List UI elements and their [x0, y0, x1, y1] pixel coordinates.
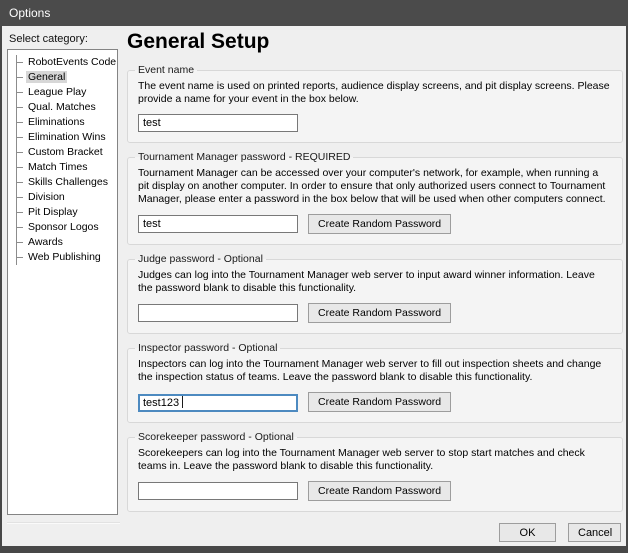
event-name-group-title: Event name [135, 64, 197, 76]
tm-password-group: Tournament Manager password - REQUIRED T… [127, 151, 623, 245]
options-dialog: Options Select category: RobotEvents Cod… [0, 0, 628, 553]
tm-password-description: Tournament Manager can be accessed over … [138, 167, 612, 206]
dialog-client-area: Select category: RobotEvents Code Genera… [2, 26, 626, 546]
scorekeeper-password-description: Scorekeepers can log into the Tournament… [138, 447, 612, 473]
cancel-button[interactable]: Cancel [568, 523, 621, 542]
sidebar-item-match-times[interactable]: Match Times [17, 160, 117, 175]
sidebar-separator [7, 522, 120, 524]
sidebar-item-pit-display[interactable]: Pit Display [17, 205, 117, 220]
inspector-password-input[interactable] [138, 394, 298, 412]
inspector-password-group: Inspector password - Optional Inspectors… [127, 342, 623, 423]
sidebar-item-eliminations[interactable]: Eliminations [17, 115, 117, 130]
judge-create-random-password-button[interactable]: Create Random Password [308, 303, 451, 323]
scorekeeper-create-random-password-button[interactable]: Create Random Password [308, 481, 451, 501]
tm-password-group-title: Tournament Manager password - REQUIRED [135, 151, 353, 163]
sidebar-item-custom-bracket[interactable]: Custom Bracket [17, 145, 117, 160]
judge-password-group-title: Judge password - Optional [135, 253, 266, 265]
category-sidebar: Select category: RobotEvents Code Genera… [7, 33, 120, 524]
sidebar-item-skills-challenges[interactable]: Skills Challenges [17, 175, 117, 190]
sidebar-item-awards[interactable]: Awards [17, 235, 117, 250]
sidebar-item-general[interactable]: General [17, 70, 117, 85]
page-title: General Setup [127, 30, 623, 54]
category-label: Select category: [9, 33, 120, 45]
scorekeeper-password-input[interactable] [138, 482, 298, 500]
tm-create-random-password-button[interactable]: Create Random Password [308, 214, 451, 234]
event-name-description: The event name is used on printed report… [138, 80, 612, 106]
inspector-password-group-title: Inspector password - Optional [135, 342, 280, 354]
event-name-input[interactable] [138, 114, 298, 132]
sidebar-item-web-publishing[interactable]: Web Publishing [17, 250, 117, 265]
ok-button[interactable]: OK [499, 523, 556, 542]
sidebar-item-qual-matches[interactable]: Qual. Matches [17, 100, 117, 115]
judge-password-description: Judges can log into the Tournament Manag… [138, 269, 612, 295]
scorekeeper-password-group-title: Scorekeeper password - Optional [135, 431, 297, 443]
event-name-group: Event name The event name is used on pri… [127, 64, 623, 143]
judge-password-group: Judge password - Optional Judges can log… [127, 253, 623, 334]
dialog-footer: OK Cancel [499, 523, 621, 542]
category-listbox[interactable]: RobotEvents Code General League Play Qua… [7, 49, 118, 515]
titlebar[interactable]: Options [0, 0, 628, 26]
inspector-create-random-password-button[interactable]: Create Random Password [308, 392, 451, 412]
sidebar-item-division[interactable]: Division [17, 190, 117, 205]
sidebar-item-sponsor-logos[interactable]: Sponsor Logos [17, 220, 117, 235]
sidebar-item-robotevents-code[interactable]: RobotEvents Code [17, 55, 117, 70]
scorekeeper-password-group: Scorekeeper password - Optional Scorekee… [127, 431, 623, 512]
sidebar-item-league-play[interactable]: League Play [17, 85, 117, 100]
sidebar-item-elimination-wins[interactable]: Elimination Wins [17, 130, 117, 145]
window-title: Options [9, 6, 50, 20]
inspector-password-description: Inspectors can log into the Tournament M… [138, 358, 612, 384]
category-tree: RobotEvents Code General League Play Qua… [16, 55, 117, 265]
tm-password-input[interactable] [138, 215, 298, 233]
general-setup-panel: General Setup Event name The event name … [127, 28, 623, 520]
text-caret [182, 396, 183, 408]
judge-password-input[interactable] [138, 304, 298, 322]
